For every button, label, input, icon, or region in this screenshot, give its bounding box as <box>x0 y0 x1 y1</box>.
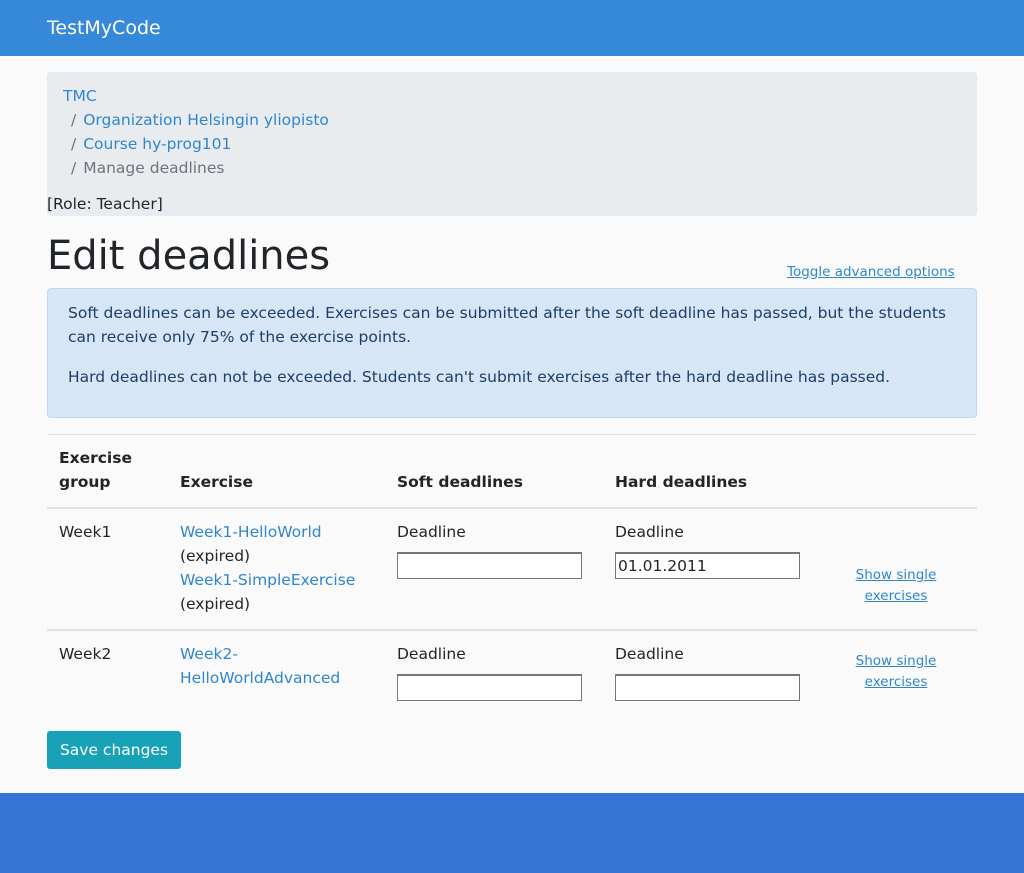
soft-deadline-label: Deadline <box>397 645 466 663</box>
soft-deadline-info: Soft deadlines can be exceeded. Exercise… <box>68 304 946 346</box>
exercise-link[interactable]: Week1-SimpleExercise <box>180 571 355 589</box>
show-single-exercises-line2: exercises <box>864 588 928 604</box>
exercise-link[interactable]: Week1-HelloWorld <box>180 523 322 541</box>
soft-deadline-input[interactable] <box>397 552 582 579</box>
show-single-exercises-link[interactable]: Show single exercises <box>841 565 951 607</box>
header-exercise-group: Exercise group <box>59 446 132 494</box>
breadcrumb-separator: / <box>71 159 77 177</box>
hard-deadline-input[interactable] <box>615 674 800 701</box>
row-divider <box>47 629 977 631</box>
breadcrumb-link-organization[interactable]: Organization Helsingin yliopisto <box>83 111 329 129</box>
exercise-status: (expired) <box>180 547 251 565</box>
show-single-exercises-link[interactable]: Show single exercises <box>841 651 951 693</box>
header-exercise: Exercise <box>180 473 253 491</box>
exercise-group-cell: Week2 <box>59 645 112 663</box>
show-single-exercises-line1: Show single <box>855 567 937 583</box>
breadcrumb-link-tmc[interactable]: TMC <box>63 87 97 105</box>
breadcrumb-link-course[interactable]: Course hy-prog101 <box>83 135 231 153</box>
info-alert: Soft deadlines can be exceeded. Exercise… <box>47 288 977 418</box>
table-top-border <box>47 434 977 435</box>
exercise-link-line1: Week2- <box>180 645 238 663</box>
breadcrumb-item-organization: / Organization Helsingin yliopisto <box>71 110 329 130</box>
footer <box>0 793 1024 873</box>
breadcrumb: TMC / Organization Helsingin yliopisto / C… <box>47 72 977 216</box>
brand-link[interactable]: TestMyCode <box>47 16 161 40</box>
breadcrumb-item-course: / Course hy-prog101 <box>71 134 231 154</box>
breadcrumb-separator: / <box>71 111 77 129</box>
page-title: Edit deadlines <box>47 233 331 279</box>
hard-deadline-label: Deadline <box>615 645 684 663</box>
breadcrumb-item-tmc: TMC <box>63 86 97 106</box>
exercise-link[interactable]: Week2- HelloWorldAdvanced <box>180 642 340 690</box>
exercise-list-cell: Week1-HelloWorld (expired) Week1-SimpleE… <box>180 520 355 616</box>
exercise-link-line2: HelloWorldAdvanced <box>180 669 341 687</box>
header-soft-deadlines: Soft deadlines <box>397 473 523 491</box>
exercise-group-cell: Week1 <box>59 523 112 541</box>
exercise-status: (expired) <box>180 595 251 613</box>
header-bottom-border <box>47 507 977 509</box>
header-exercise-group-line1: Exercise <box>59 449 132 467</box>
exercise-list-cell: Week2- HelloWorldAdvanced <box>180 642 340 690</box>
soft-deadline-input[interactable] <box>397 674 582 701</box>
show-single-exercises-line1: Show single <box>855 653 937 669</box>
hard-deadline-label: Deadline <box>615 523 684 541</box>
show-single-exercises-line2: exercises <box>864 674 928 690</box>
soft-deadline-label: Deadline <box>397 523 466 541</box>
header-exercise-group-line2: group <box>59 473 111 491</box>
breadcrumb-item-current: / Manage deadlines <box>71 158 225 178</box>
breadcrumb-separator: / <box>71 135 77 153</box>
deadlines-table: Exercise group Exercise Soft deadlines H… <box>47 434 977 706</box>
save-changes-button[interactable]: Save changes <box>47 731 181 769</box>
hard-deadline-info: Hard deadlines can not be exceeded. Stud… <box>68 368 891 386</box>
hard-deadline-input[interactable] <box>615 552 800 579</box>
role-label: [Role: Teacher] <box>47 195 163 213</box>
header-hard-deadlines: Hard deadlines <box>615 473 748 491</box>
top-navbar: TestMyCode <box>0 0 1024 56</box>
breadcrumb-current: Manage deadlines <box>83 159 225 177</box>
toggle-advanced-options-link[interactable]: Toggle advanced options <box>787 263 955 281</box>
